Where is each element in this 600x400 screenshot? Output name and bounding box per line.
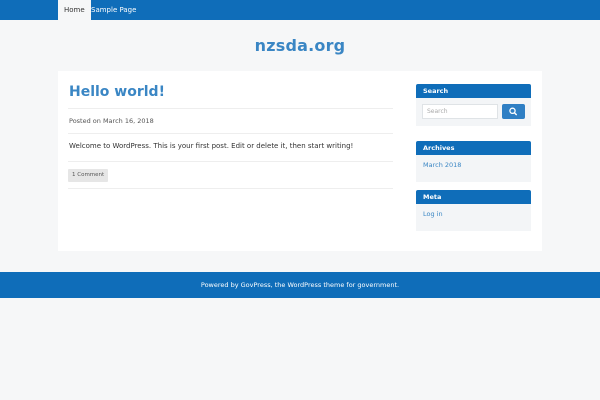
archive-link-march-2018[interactable]: March 2018 xyxy=(423,161,461,169)
meta-widget-heading: Meta xyxy=(416,190,531,204)
comments-link[interactable]: 1 Comment xyxy=(68,169,109,182)
post-title[interactable]: Hello world! xyxy=(69,84,165,100)
meta-widget: Log in xyxy=(416,204,531,231)
archives-widget-heading: Archives xyxy=(416,141,531,155)
divider xyxy=(68,161,393,162)
search-widget: Search xyxy=(416,98,531,126)
search-input[interactable]: Search xyxy=(422,104,498,119)
main-content: Hello world! Posted on March 16, 2018 We… xyxy=(58,71,542,251)
footer-credit: Powered by GovPress, the WordPress theme… xyxy=(200,281,400,289)
divider xyxy=(68,108,393,109)
search-icon xyxy=(509,107,518,116)
post-body: Welcome to WordPress. This is your first… xyxy=(69,142,354,150)
archives-widget: March 2018 xyxy=(416,155,531,182)
search-button[interactable] xyxy=(502,104,525,119)
post-meta: Posted on March 16, 2018 xyxy=(69,117,154,125)
nav-item-sample-page[interactable]: Sample Page xyxy=(85,0,142,20)
divider xyxy=(68,188,393,189)
top-navigation: Home Sample Page xyxy=(0,0,600,20)
search-widget-heading: Search xyxy=(416,84,531,98)
site-footer: Powered by GovPress, the WordPress theme… xyxy=(0,272,600,298)
site-title[interactable]: nzsda.org xyxy=(0,36,600,55)
divider xyxy=(68,133,393,134)
login-link[interactable]: Log in xyxy=(423,210,443,218)
